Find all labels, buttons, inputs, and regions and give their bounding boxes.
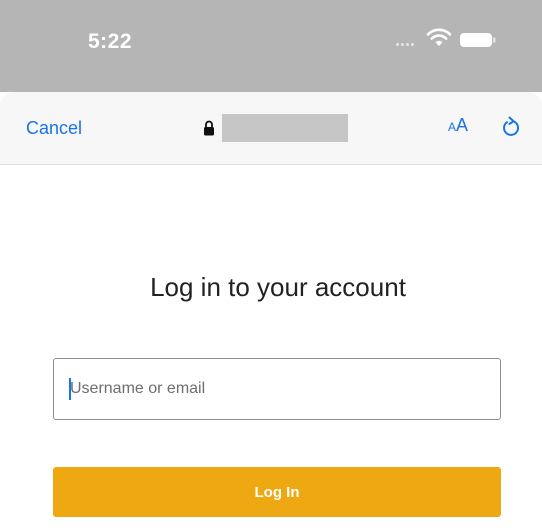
text-caret [69,378,71,400]
text-size-small-label: A [448,120,457,134]
reload-icon[interactable] [499,116,521,138]
browser-nav-bar: Cancel AA [0,92,542,165]
status-time: 5:22 [88,30,133,53]
wifi-icon [426,28,452,46]
url-field[interactable] [222,114,348,142]
battery-icon [460,33,496,47]
text-size-button[interactable]: AA [448,116,468,135]
text-size-large-label: A [456,115,469,135]
signal-dots-icon [396,43,418,47]
cancel-button[interactable]: Cancel [26,118,82,139]
username-email-input[interactable] [53,358,501,420]
lock-icon [204,120,214,136]
page-title: Log in to your account [150,272,406,302]
status-bar: 5:22 [0,0,542,92]
login-button[interactable]: Log In [53,467,501,517]
